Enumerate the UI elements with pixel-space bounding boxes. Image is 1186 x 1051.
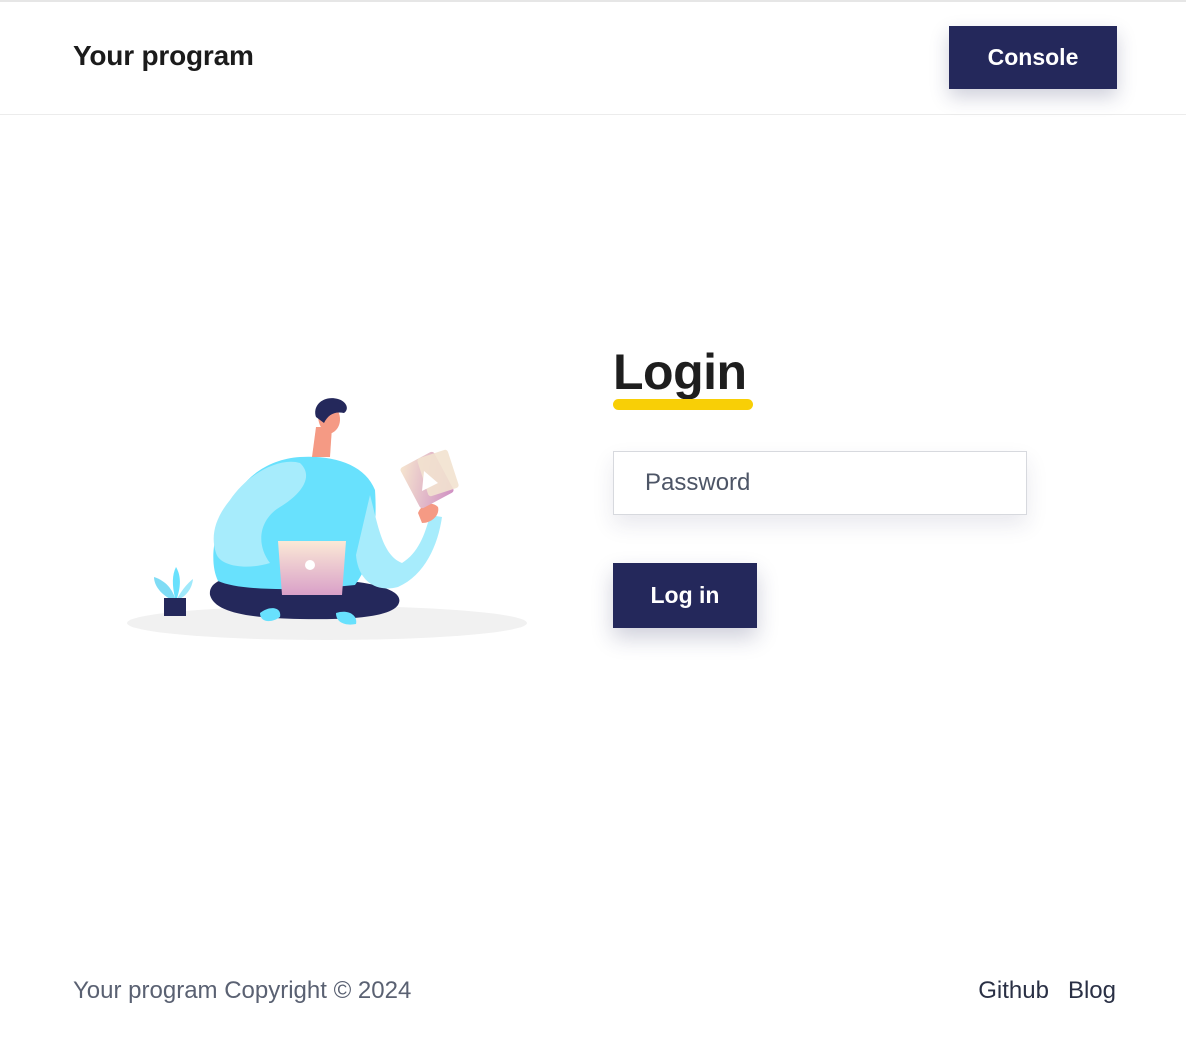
site-header: Your program Console xyxy=(0,2,1186,115)
login-button[interactable]: Log in xyxy=(613,563,757,628)
laptop-icon xyxy=(278,541,346,595)
footer-links: Github Blog xyxy=(978,977,1116,1005)
title-underline xyxy=(613,399,753,410)
card-icon xyxy=(400,449,459,509)
console-button[interactable]: Console xyxy=(949,26,1117,89)
footer-link-blog[interactable]: Blog xyxy=(1068,977,1116,1005)
brand-title[interactable]: Your program xyxy=(73,40,254,72)
login-title: Login xyxy=(613,344,747,400)
password-input[interactable] xyxy=(613,451,1027,515)
person-with-laptop-illustration xyxy=(127,398,527,640)
plant-icon xyxy=(154,567,193,616)
footer-link-github[interactable]: Github xyxy=(978,977,1049,1005)
footer-copyright: Your program Copyright © 2024 xyxy=(73,977,412,1004)
